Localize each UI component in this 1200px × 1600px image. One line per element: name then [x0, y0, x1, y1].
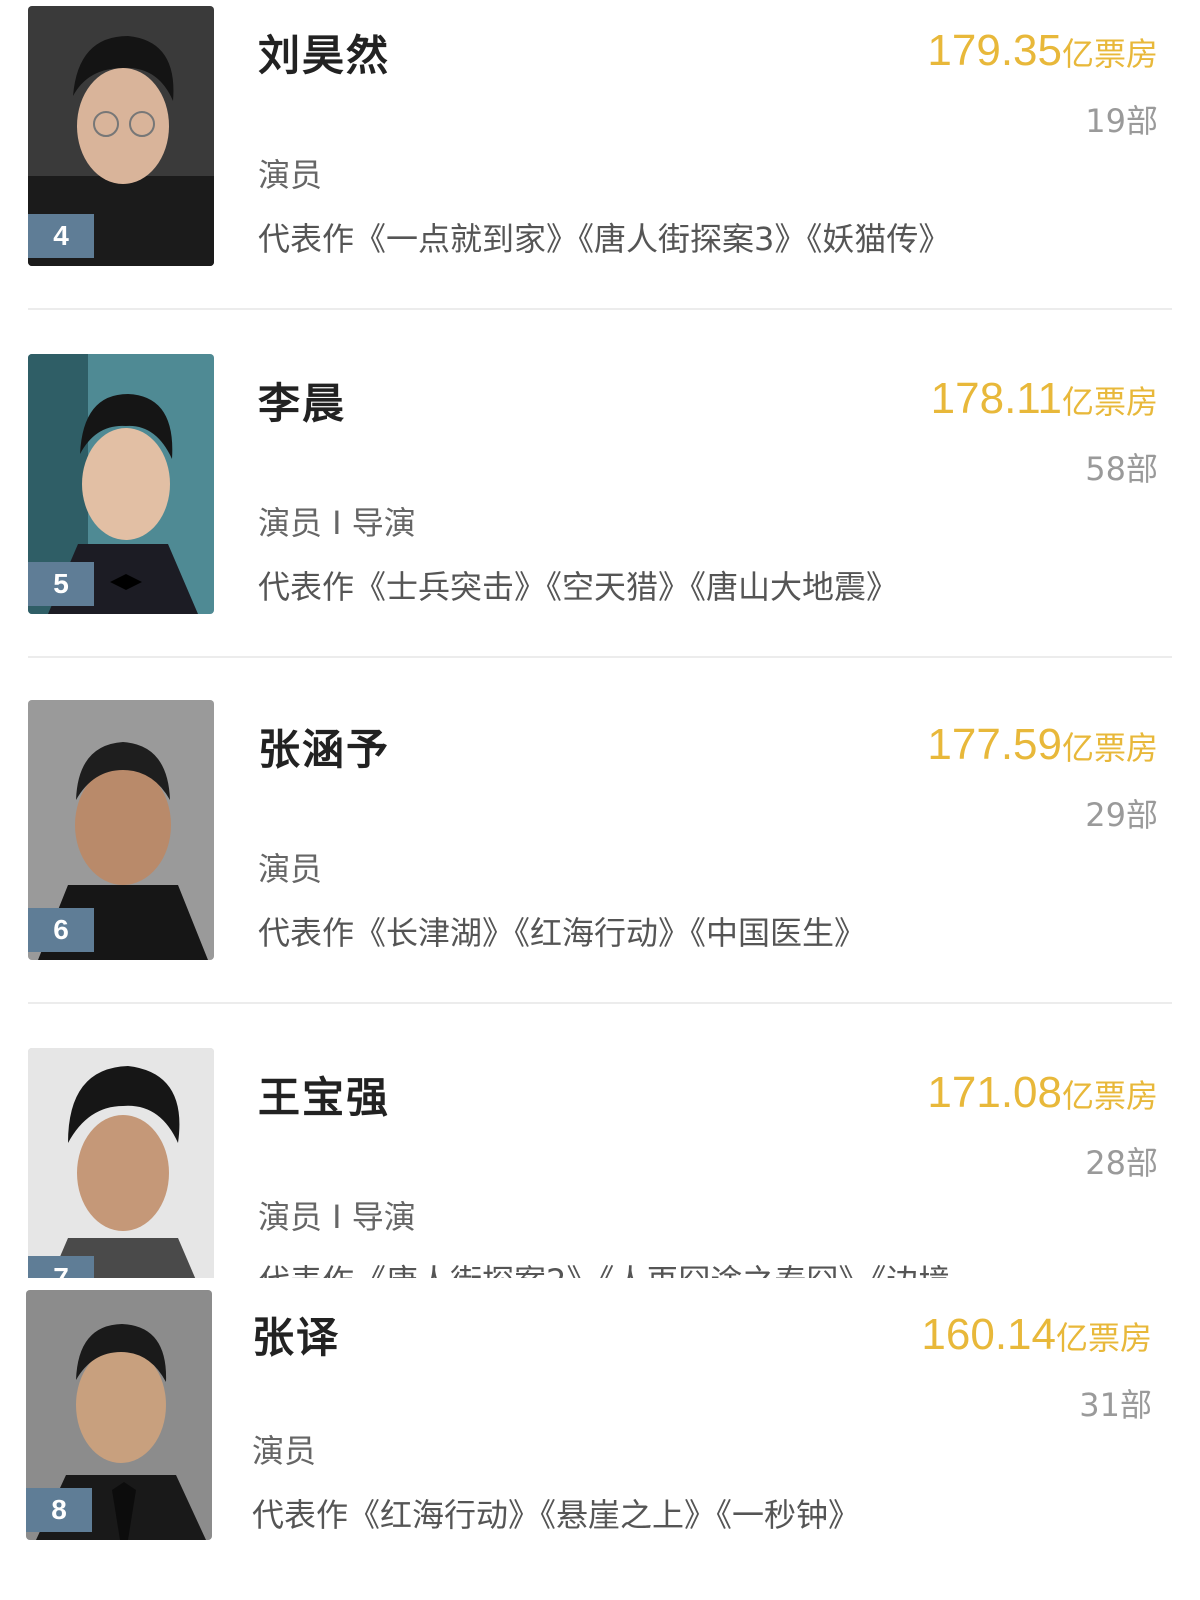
divider: [28, 656, 1172, 658]
representative-works: 代表作《红海行动》《悬崖之上》《一秒钟》: [252, 1496, 861, 1534]
actor-name: 张译: [252, 1313, 341, 1362]
box-office-total: 177.59亿票房: [927, 720, 1158, 770]
actor-role: 演员: [252, 1432, 317, 1470]
box-office-total: 178.11亿票房: [931, 374, 1158, 424]
actor-role: 演员: [258, 156, 323, 194]
box-office-value: 171.08: [927, 1068, 1062, 1117]
box-office-unit: 亿票房: [1061, 1077, 1158, 1115]
divider: [28, 1002, 1172, 1004]
actor-portrait: 8: [26, 1290, 212, 1540]
list-item[interactable]: 7 王宝强 171.08亿票房 28部 演员 I 导演 代表作《唐人街探案2》《…: [0, 1042, 1200, 1278]
film-count: 29部: [1085, 796, 1158, 834]
box-office-unit: 亿票房: [1055, 1319, 1152, 1357]
actor-name: 王宝强: [258, 1073, 391, 1122]
box-office-unit: 亿票房: [1061, 383, 1158, 421]
list-item[interactable]: 8 张译 160.14亿票房 31部 演员 代表作《红海行动》《悬崖之上》《一秒…: [0, 1284, 1200, 1600]
rank-badge: 5: [28, 562, 94, 606]
box-office-value: 179.35: [927, 26, 1062, 75]
actor-portrait: 7: [28, 1048, 214, 1278]
actor-role: 演员: [258, 850, 323, 888]
rank-badge: 4: [28, 214, 94, 258]
representative-works: 代表作《一点就到家》《唐人街探案3》《妖猫传》: [258, 220, 951, 258]
box-office-value: 160.14: [921, 1310, 1056, 1359]
film-count: 58部: [1085, 450, 1158, 488]
divider: [28, 308, 1172, 310]
box-office-value: 178.11: [930, 374, 1062, 423]
film-count: 28部: [1085, 1144, 1158, 1182]
list-item[interactable]: 4 刘昊然 179.35亿票房 19部 演员 代表作《一点就到家》《唐人街探案3…: [0, 0, 1200, 310]
box-office-unit: 亿票房: [1061, 729, 1158, 767]
representative-works: 代表作《长津湖》《红海行动》《中国医生》: [258, 914, 867, 952]
rank-badge: 6: [28, 908, 94, 952]
list-item[interactable]: 6 张涵予 177.59亿票房 29部 演员 代表作《长津湖》《红海行动》《中国…: [0, 694, 1200, 1004]
rank-badge: 8: [26, 1488, 92, 1532]
film-count: 31部: [1079, 1386, 1152, 1424]
box-office-unit: 亿票房: [1061, 35, 1158, 73]
box-office-total: 160.14亿票房: [921, 1310, 1152, 1360]
actor-name: 刘昊然: [258, 31, 391, 80]
rank-badge: 7: [28, 1256, 94, 1278]
actor-name: 李晨: [258, 379, 347, 428]
box-office-total: 179.35亿票房: [927, 26, 1158, 76]
list-item[interactable]: 5 李晨 178.11亿票房 58部 演员 I 导演 代表作《士兵突击》《空天猎…: [0, 348, 1200, 658]
actor-role: 演员 I 导演: [258, 1198, 416, 1236]
actor-portrait: 5: [28, 354, 214, 614]
representative-works: 代表作《士兵突击》《空天猎》《唐山大地震》: [258, 568, 899, 606]
box-office-value: 177.59: [927, 720, 1062, 769]
actor-portrait: 6: [28, 700, 214, 960]
box-office-ranking-list: 4 刘昊然 179.35亿票房 19部 演员 代表作《一点就到家》《唐人街探案3…: [0, 0, 1200, 1600]
actor-portrait: 4: [28, 6, 214, 266]
actor-role: 演员 I 导演: [258, 504, 416, 542]
actor-name: 张涵予: [258, 725, 391, 774]
box-office-total: 171.08亿票房: [927, 1068, 1158, 1118]
representative-works: 代表作《唐人街探案2》《人再囧途之泰囧》《边境: [258, 1256, 950, 1278]
film-count: 19部: [1085, 102, 1158, 140]
